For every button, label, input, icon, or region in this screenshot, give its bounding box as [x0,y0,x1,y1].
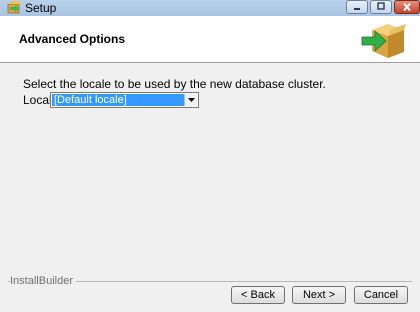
page-title: Advanced Options [19,32,126,46]
window-title: Setup [25,1,57,15]
minimize-button[interactable] [346,0,368,14]
setup-app-icon [7,0,21,14]
close-button[interactable] [394,0,420,14]
installbuilder-label: InstallBuilder [10,275,76,287]
maximize-button[interactable] [370,0,392,14]
wizard-header: Advanced Options [0,16,420,63]
locale-description: Select the locale to be used by the new … [23,77,326,91]
next-button[interactable]: Next > [292,286,346,304]
locale-selected-value: [Default locale] [52,94,185,106]
cancel-button[interactable]: Cancel [354,286,408,304]
installer-box-icon [358,20,406,60]
close-icon [403,2,411,12]
minimize-icon [354,8,360,10]
dropdown-arrow-icon[interactable] [184,94,197,106]
wizard-content: Select the locale to be used by the new … [0,63,420,312]
title-bar[interactable]: Setup [0,0,420,16]
back-button[interactable]: < Back [231,286,285,304]
maximize-icon [377,2,385,10]
locale-dropdown[interactable]: [Default locale] [50,92,199,108]
